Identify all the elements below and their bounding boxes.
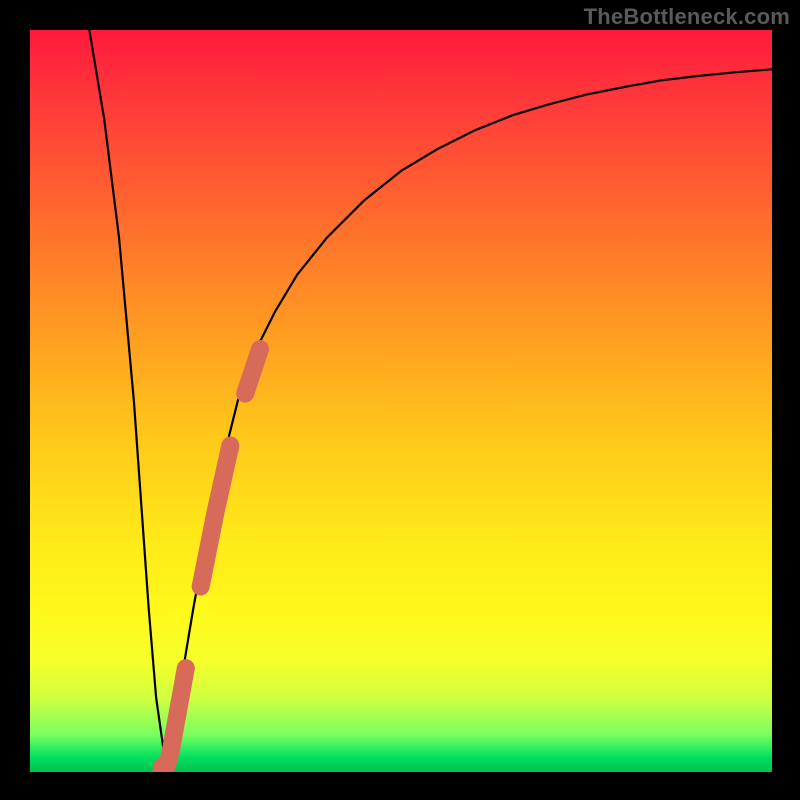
highlight-segment <box>201 446 231 587</box>
watermark: TheBottleneck.com <box>584 4 790 30</box>
highlight-segment <box>245 349 260 394</box>
highlight-segment <box>167 668 186 764</box>
plot-area <box>30 30 772 772</box>
curve-svg <box>30 30 772 772</box>
highlight-hook <box>161 766 168 772</box>
bottleneck-curve <box>89 30 772 765</box>
chart-container: TheBottleneck.com <box>0 0 800 800</box>
